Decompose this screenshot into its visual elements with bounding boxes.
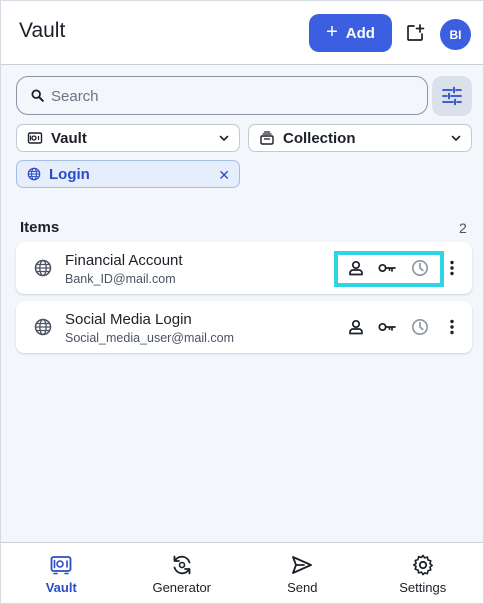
vault-icon <box>50 556 72 575</box>
vault-select[interactable]: Vault <box>16 124 240 152</box>
clock-icon[interactable] <box>410 317 430 337</box>
nav-item-send[interactable]: Send <box>242 543 363 603</box>
header: Vault + Add BI <box>1 1 483 65</box>
gear-icon <box>412 554 433 576</box>
filter-toggle-button[interactable] <box>432 76 472 116</box>
globe-icon <box>27 167 41 181</box>
search-icon <box>31 89 44 102</box>
type-filter-chip[interactable]: Login ✕ <box>16 160 240 188</box>
chevron-down-icon <box>451 135 461 142</box>
vault-icon <box>27 132 43 144</box>
copy-password-icon[interactable] <box>377 317 397 337</box>
page-title: Vault <box>19 19 66 42</box>
send-icon <box>292 556 313 574</box>
item-username: Bank_ID@mail.com <box>65 272 176 286</box>
list-item[interactable]: Financial Account Bank_ID@mail.com <box>16 242 472 294</box>
type-filter-label: Login <box>49 165 90 183</box>
nav-label: Vault <box>45 580 77 595</box>
collection-select[interactable]: Collection <box>248 124 472 152</box>
clock-icon[interactable] <box>410 258 430 278</box>
add-button-label: Add <box>345 24 375 42</box>
bottom-nav: Vault Generator Send Settings <box>1 542 484 603</box>
more-options-icon[interactable] <box>446 258 458 278</box>
collection-select-label: Collection <box>283 129 356 147</box>
popout-icon[interactable] <box>405 23 425 43</box>
avatar[interactable]: BI <box>440 19 471 50</box>
nav-label: Settings <box>399 580 447 595</box>
item-name: Social Media Login <box>65 311 192 328</box>
list-item[interactable]: Social Media Login Social_media_user@mai… <box>16 301 472 353</box>
globe-icon <box>34 318 52 336</box>
item-username: Social_media_user@mail.com <box>65 331 235 345</box>
sliders-icon <box>442 86 462 106</box>
plus-icon: + <box>326 21 338 43</box>
copy-username-icon[interactable] <box>346 317 366 337</box>
nav-item-generator[interactable]: Generator <box>122 543 243 603</box>
copy-password-icon[interactable] <box>377 258 397 278</box>
vault-select-label: Vault <box>51 129 87 147</box>
globe-icon <box>34 259 52 277</box>
chevron-down-icon <box>219 135 229 142</box>
generator-icon <box>173 555 191 575</box>
nav-label: Generator <box>152 580 212 595</box>
nav-label: Send <box>287 580 318 595</box>
nav-item-vault[interactable]: Vault <box>1 543 122 603</box>
copy-username-icon[interactable] <box>346 258 366 278</box>
items-count: 2 <box>459 220 467 236</box>
nav-item-settings[interactable]: Settings <box>363 543 484 603</box>
search-input[interactable] <box>51 85 411 107</box>
popup-window: Vault + Add BI Search Vault Collection L… <box>0 0 484 604</box>
more-options-icon[interactable] <box>446 317 458 337</box>
collection-icon <box>260 131 274 145</box>
item-name: Financial Account <box>65 252 183 269</box>
items-heading: Items <box>20 219 60 236</box>
search-box <box>16 76 428 115</box>
add-button[interactable]: + Add <box>309 14 392 52</box>
close-icon[interactable]: ✕ <box>218 167 230 184</box>
